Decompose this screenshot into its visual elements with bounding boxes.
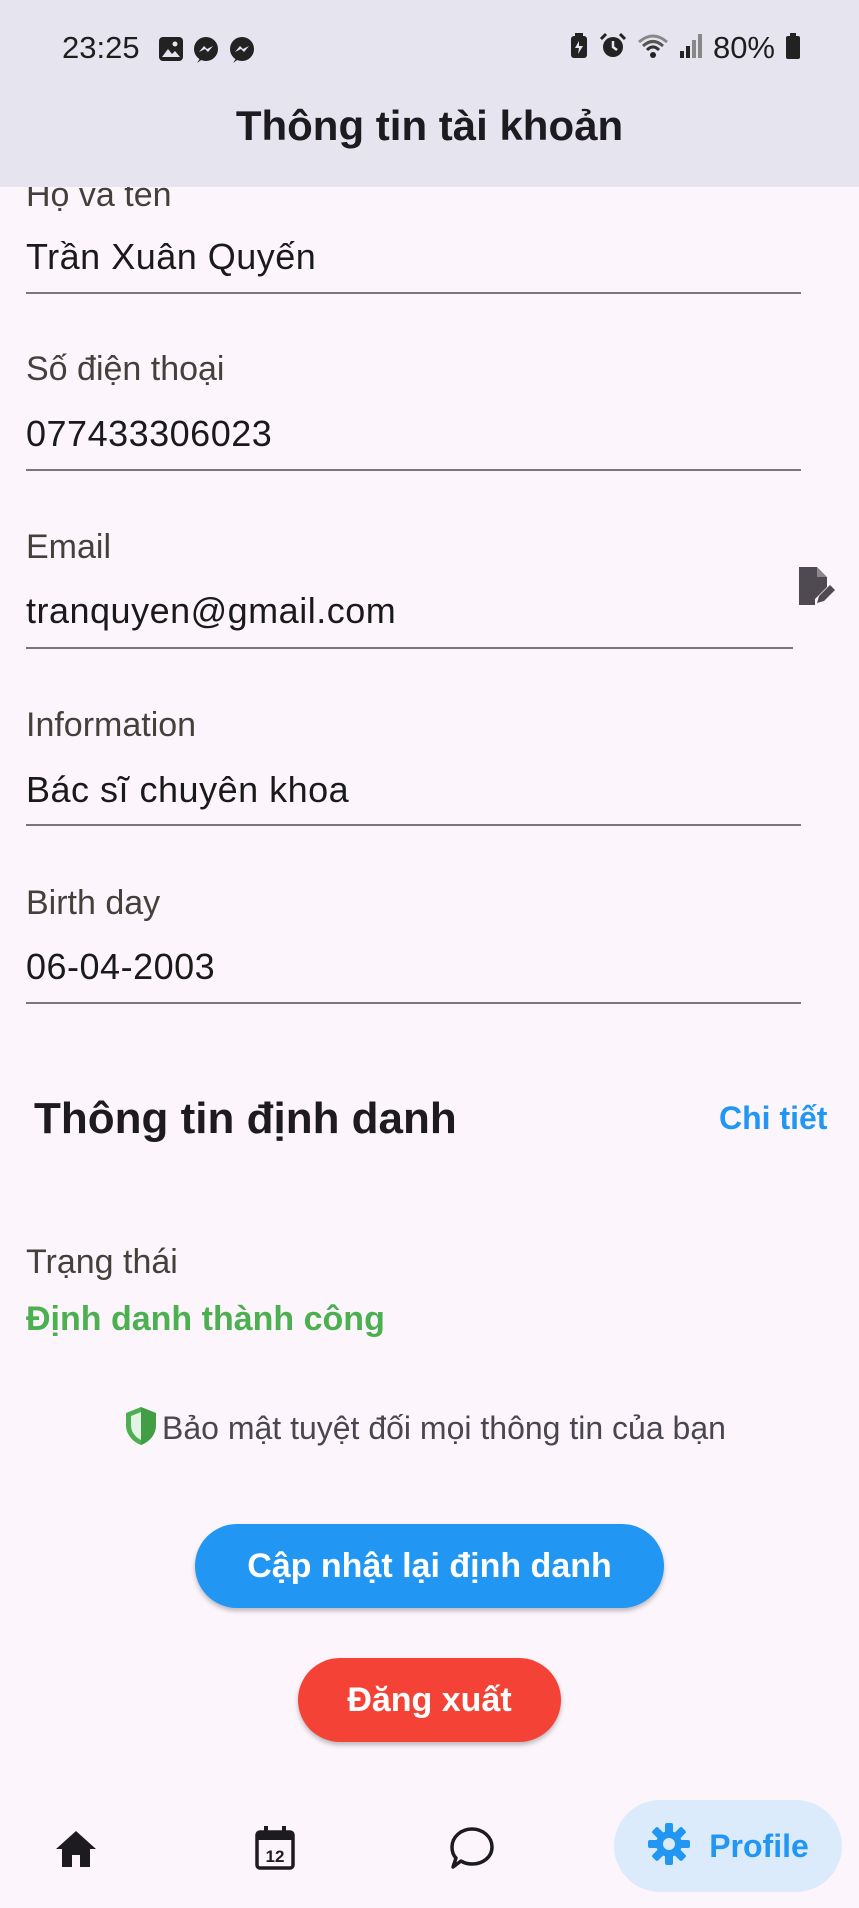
- field-label-information: Information: [26, 706, 197, 744]
- field-underline: [26, 647, 793, 649]
- birthday-input[interactable]: 06-04-2003: [26, 946, 215, 988]
- logout-button[interactable]: Đăng xuất: [298, 1658, 561, 1742]
- email-input[interactable]: tranquyen@gmail.com: [26, 590, 396, 632]
- security-note: Bảo mật tuyệt đối mọi thông tin của bạn: [124, 1406, 726, 1451]
- field-underline: [26, 469, 801, 471]
- calendar-day-number: 12: [266, 1847, 285, 1866]
- wifi-icon: [637, 32, 669, 65]
- notification-icons: [158, 36, 256, 69]
- field-underline: [26, 1002, 801, 1004]
- field-underline: [26, 824, 801, 826]
- identity-detail-link[interactable]: Chi tiết: [719, 1100, 827, 1137]
- full-name-input[interactable]: Trần Xuân Quyến: [26, 236, 316, 278]
- battery-percent: 80%: [712, 30, 775, 65]
- shield-check-icon: [124, 1406, 158, 1451]
- identity-status-label: Trạng thái: [26, 1243, 178, 1281]
- identity-status-value: Định danh thành công: [26, 1300, 385, 1338]
- field-label-email: Email: [26, 528, 112, 566]
- messenger-icon: [192, 36, 220, 69]
- field-underline: [26, 292, 801, 294]
- nav-home[interactable]: [50, 1825, 102, 1877]
- nav-profile-label: Profile: [709, 1827, 809, 1864]
- app-header: 23:25 80% Thông tin tài khoản: [0, 0, 859, 187]
- chat-icon: [449, 1826, 495, 1875]
- alarm-icon: [599, 32, 627, 65]
- edit-document-icon[interactable]: [795, 565, 835, 607]
- system-status-icons: 80%: [569, 30, 801, 66]
- signal-icon: [679, 33, 703, 64]
- update-identity-button[interactable]: Cập nhật lại định danh: [195, 1524, 664, 1608]
- nav-profile[interactable]: Profile: [614, 1800, 842, 1892]
- bottom-navigation: 12 Profile: [0, 1780, 859, 1908]
- gear-icon: [647, 1822, 691, 1871]
- messenger-icon: [228, 36, 256, 69]
- field-label-phone: Số điện thoại: [26, 350, 225, 388]
- information-input[interactable]: Bác sĩ chuyên khoa: [26, 769, 349, 811]
- home-icon: [54, 1829, 98, 1874]
- phone-input[interactable]: 077433306023: [26, 413, 272, 455]
- status-bar: 23:25 80%: [0, 26, 859, 72]
- page-title: Thông tin tài khoản: [235, 102, 624, 149]
- status-time: 23:25: [62, 30, 140, 65]
- battery-saver-icon: [569, 32, 589, 65]
- gallery-icon: [158, 36, 184, 69]
- identity-section-title: Thông tin định danh: [34, 1094, 457, 1143]
- field-label-birthday: Birth day: [26, 884, 161, 922]
- nav-calendar[interactable]: 12: [249, 1822, 301, 1878]
- battery-icon: [785, 32, 801, 65]
- calendar-icon: 12: [254, 1825, 296, 1876]
- security-note-text: Bảo mật tuyệt đối mọi thông tin của bạn: [162, 1410, 726, 1446]
- nav-chat[interactable]: [446, 1824, 498, 1876]
